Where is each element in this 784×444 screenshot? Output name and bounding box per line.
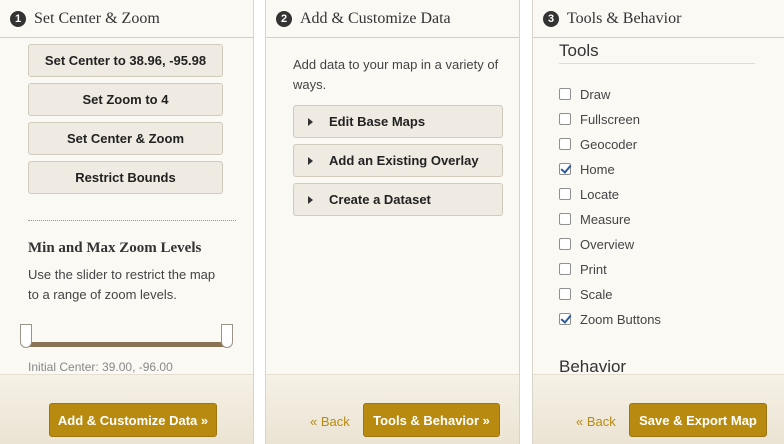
zoom-levels-heading: Min and Max Zoom Levels (28, 240, 202, 256)
panel-header: 3 Tools & Behavior (533, 0, 784, 38)
create-dataset-label: Create a Dataset (329, 192, 431, 207)
zoom-description-line2: to a range of zoom levels. (28, 287, 177, 302)
tool-home-option[interactable]: Home (559, 161, 615, 177)
behavior-heading: Behavior (559, 357, 627, 374)
panel-header: 2 Add & Customize Data (266, 0, 519, 38)
tools-heading: Tools (559, 41, 599, 60)
tool-overview-option[interactable]: Overview (559, 236, 634, 252)
checkbox[interactable] (559, 238, 571, 250)
back-link[interactable]: « Back (310, 414, 350, 429)
checkbox[interactable] (559, 188, 571, 200)
zoom-range-slider-track[interactable] (28, 342, 231, 347)
caret-right-icon (308, 156, 313, 165)
slider-max-handle[interactable] (221, 324, 233, 348)
tools-behavior-panel: 3 Tools & Behavior Tools Draw Fullscreen… (532, 0, 784, 444)
panel-title: Add & Customize Data (300, 9, 451, 27)
add-customize-data-button[interactable]: Add & Customize Data » (49, 403, 217, 437)
set-center-zoom-button[interactable]: Set Center & Zoom (28, 122, 223, 155)
checkbox-checked[interactable] (559, 163, 571, 175)
section-divider (28, 220, 236, 221)
panel-title: Set Center & Zoom (34, 9, 160, 27)
tools-rule (559, 63, 755, 64)
tool-print-option[interactable]: Print (559, 261, 607, 277)
tool-geocoder-option[interactable]: Geocoder (559, 136, 637, 152)
checkbox[interactable] (559, 113, 571, 125)
panel-footer: « Back Save & Export Map (533, 374, 784, 444)
checkbox[interactable] (559, 213, 571, 225)
tool-measure-option[interactable]: Measure (559, 211, 631, 227)
panel-body: Tools Draw Fullscreen Geocoder Home Loca… (533, 39, 784, 374)
panel-header: 1 Set Center & Zoom (0, 0, 253, 38)
initial-center-readout: Initial Center: 39.00, -96.00 (28, 360, 173, 374)
step-number-badge: 3 (543, 10, 559, 27)
step-number-badge: 2 (276, 10, 292, 27)
set-zoom-button[interactable]: Set Zoom to 4 (28, 83, 223, 116)
create-dataset-button[interactable]: Create a Dataset (293, 183, 503, 216)
checkbox-checked[interactable] (559, 313, 571, 325)
edit-base-maps-button[interactable]: Edit Base Maps (293, 105, 503, 138)
tool-scale-option[interactable]: Scale (559, 286, 613, 302)
intro-line1: Add data to your map in a variety of (293, 57, 499, 72)
panel-footer: « Back Tools & Behavior » (266, 374, 519, 444)
add-overlay-label: Add an Existing Overlay (329, 153, 479, 168)
panel-body: Set Center to 38.96, -95.98 Set Zoom to … (0, 39, 253, 374)
caret-right-icon (308, 117, 313, 126)
back-link[interactable]: « Back (576, 414, 616, 429)
zoom-description-line1: Use the slider to restrict the map (28, 267, 216, 282)
panel-title: Tools & Behavior (567, 9, 682, 27)
checkbox[interactable] (559, 138, 571, 150)
restrict-bounds-button[interactable]: Restrict Bounds (28, 161, 223, 194)
checkbox[interactable] (559, 288, 571, 300)
slider-min-handle[interactable] (20, 324, 32, 348)
tool-draw-option[interactable]: Draw (559, 86, 610, 102)
step-number-badge: 1 (10, 10, 26, 27)
tool-zoom-buttons-option[interactable]: Zoom Buttons (559, 311, 661, 327)
checkbox[interactable] (559, 263, 571, 275)
tools-behavior-button[interactable]: Tools & Behavior » (363, 403, 500, 437)
intro-line2: ways. (293, 77, 327, 92)
caret-right-icon (308, 195, 313, 204)
set-center-zoom-panel: 1 Set Center & Zoom Set Center to 38.96,… (0, 0, 254, 444)
tool-fullscreen-option[interactable]: Fullscreen (559, 111, 640, 127)
edit-base-maps-label: Edit Base Maps (329, 114, 426, 129)
set-center-button[interactable]: Set Center to 38.96, -95.98 (28, 44, 223, 77)
save-export-map-button[interactable]: Save & Export Map (629, 403, 767, 437)
checkbox[interactable] (559, 88, 571, 100)
add-customize-data-panel: 2 Add & Customize Data Add data to your … (265, 0, 520, 444)
tool-locate-option[interactable]: Locate (559, 186, 619, 202)
add-overlay-button[interactable]: Add an Existing Overlay (293, 144, 503, 177)
panel-footer: Add & Customize Data » (0, 374, 253, 444)
